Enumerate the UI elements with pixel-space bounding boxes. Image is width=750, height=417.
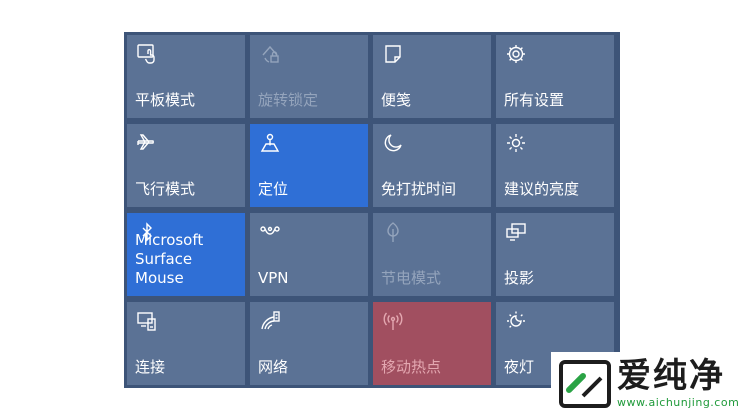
tile-tablet-mode[interactable]: 平板模式 [127, 35, 245, 118]
tile-note[interactable]: 便笺 [373, 35, 491, 118]
tile-label: VPN [258, 269, 289, 287]
airplane-icon [136, 132, 158, 154]
note-icon [382, 43, 404, 65]
tile-label: 连接 [135, 358, 166, 376]
tile-label: Microsoft Surface Mouse [135, 231, 204, 287]
battery-saver-leaf-icon [382, 221, 404, 243]
tile-brightness[interactable]: 建议的亮度 [496, 124, 614, 207]
tile-quiet-hours[interactable]: 免打扰时间 [373, 124, 491, 207]
network-icon [259, 310, 281, 332]
tile-label: 所有设置 [504, 91, 565, 109]
night-light-icon [505, 310, 527, 332]
tile-label: 定位 [258, 180, 289, 198]
vpn-icon [259, 221, 281, 243]
tile-label: 平板模式 [135, 91, 196, 109]
tile-label: 飞行模式 [135, 180, 196, 198]
tile-project[interactable]: 投影 [496, 213, 614, 296]
gear-icon [505, 43, 527, 65]
tile-label: 投影 [504, 269, 535, 287]
tile-label: 网络 [258, 358, 289, 376]
location-icon [259, 132, 281, 154]
site-watermark: 爱纯净 www.aichunjing.com [551, 352, 750, 417]
tile-connect[interactable]: 连接 [127, 302, 245, 385]
tile-label: 旋转锁定 [258, 91, 319, 109]
tile-vpn[interactable]: VPN [250, 213, 368, 296]
brightness-icon [505, 132, 527, 154]
quick-actions-panel: 平板模式 旋转锁定 便笺 所有设置 飞行模式 定位 免打扰时间 建议的亮度 Mi… [124, 32, 620, 388]
tile-label: 节电模式 [381, 269, 442, 287]
watermark-name: 爱纯净 [617, 356, 725, 396]
tile-location[interactable]: 定位 [250, 124, 368, 207]
watermark-logo-icon [559, 360, 611, 408]
tile-network[interactable]: 网络 [250, 302, 368, 385]
tablet-mode-icon [136, 43, 158, 65]
mobile-hotspot-icon [382, 310, 404, 332]
tile-all-settings[interactable]: 所有设置 [496, 35, 614, 118]
tile-label: 便笺 [381, 91, 412, 109]
tile-surface-mouse[interactable]: Microsoft Surface Mouse [127, 213, 245, 296]
tile-mobile-hotspot[interactable]: 移动热点 [373, 302, 491, 385]
moon-icon [382, 132, 404, 154]
tile-airplane-mode[interactable]: 飞行模式 [127, 124, 245, 207]
watermark-url: www.aichunjing.com [617, 396, 740, 409]
tile-label: 移动热点 [381, 358, 442, 376]
connect-icon [136, 310, 158, 332]
tile-label: 建议的亮度 [504, 180, 580, 198]
tile-battery-saver[interactable]: 节电模式 [373, 213, 491, 296]
tile-rotation-lock[interactable]: 旋转锁定 [250, 35, 368, 118]
tile-label: 免打扰时间 [381, 180, 457, 198]
project-icon [505, 221, 527, 243]
rotation-lock-icon [259, 43, 281, 65]
